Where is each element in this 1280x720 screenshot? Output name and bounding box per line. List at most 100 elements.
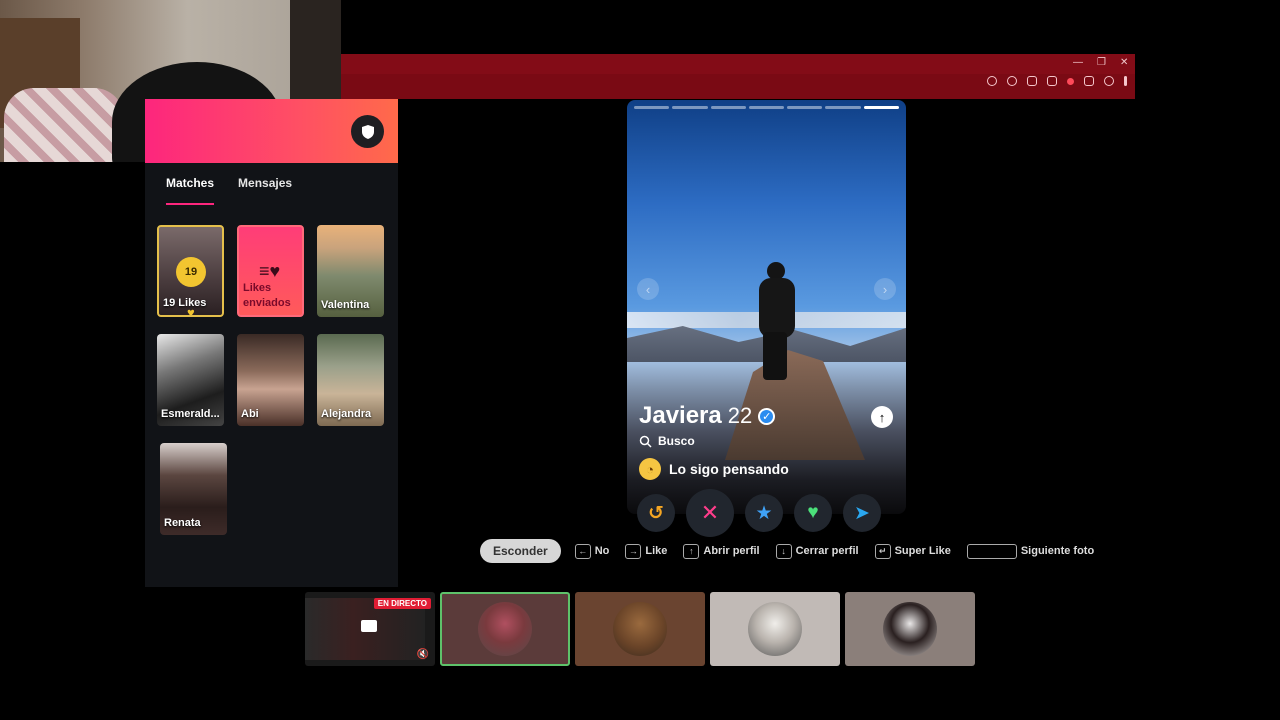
previous-photo-button[interactable]: ‹ [637,278,659,300]
location-icon[interactable] [987,76,997,86]
relationship-intent: ◔ Lo sigo pensando [639,458,789,480]
photo-progress-segment [634,106,670,109]
panel-header [145,99,398,163]
boost-button[interactable]: ➤ [843,494,881,532]
likes-label: 19 Likes [163,297,207,309]
shortcut-open-profile-label: Abrir perfil [703,545,760,557]
shield-icon [361,124,374,139]
up-arrow-key-icon: ↑ [683,543,700,559]
avatar [613,602,667,656]
profile-name: Javiera [639,402,722,429]
photo-progress-segment [863,106,899,109]
live-badge: EN DIRECTO [373,598,431,609]
extension-icon[interactable] [1067,78,1074,85]
close-window-icon[interactable]: ✕ [1120,57,1128,68]
likes-sent-label: Likes enviados [243,282,291,309]
photo-progress-segment [710,106,746,109]
photo-progress-bar [634,106,899,109]
thinking-face-icon: ◔ [639,458,661,480]
zoom-icon[interactable] [1007,76,1017,86]
participant-tile[interactable] [845,592,975,666]
match-tile[interactable]: Esmerald... [157,334,224,426]
match-tile[interactable]: Alejandra [317,334,384,426]
match-tile[interactable]: Abi [237,334,304,426]
cast-icon[interactable] [1027,76,1037,86]
shortcut-super-like-label: Super Like [894,545,951,557]
like-button[interactable]: ♥ [794,494,832,532]
screen-share-tile[interactable]: EN DIRECTO 🔇 [305,592,435,666]
star-icon: ★ [755,502,773,524]
avatar [478,602,532,656]
profile-card[interactable]: ‹ › Javiera 22 ✓ Busco ◔ Lo sigo pensand… [627,100,906,514]
likes-received-tile[interactable]: 19 19 Likes ♥ [157,225,224,317]
menu-dots-icon[interactable] [1124,76,1127,86]
enter-key-icon: ↵ [874,543,891,559]
profile-icon[interactable] [1104,76,1114,86]
match-tile[interactable]: Renata [160,443,227,535]
muted-speaker-icon[interactable]: 🔇 [417,649,429,660]
looking-for-label: Busco [658,434,695,448]
panel-tabs: Matches Mensajes [145,163,398,211]
action-buttons: ↺ ✕ ★ ♥ ➤ [637,489,881,537]
profile-age: 22 [727,403,753,428]
looking-for-row: Busco [639,434,789,448]
photo-person [755,262,799,382]
relationship-intent-text: Lo sigo pensando [669,461,789,477]
keyboard-shortcuts-bar: Esconder ← No → Like ↑ Abrir perfil ↓ Cerrar… [480,539,1102,563]
browser-title-bar: — ❐ ✕ [341,54,1135,74]
rewind-button[interactable]: ↺ [637,494,675,532]
matches-panel: Matches Mensajes 19 19 Likes ♥ ≡♥ Likes … [145,99,398,587]
gold-heart-icon: ♥ [187,305,195,317]
shortcut-like-label: Like [645,545,668,557]
monitor-icon [361,620,377,632]
participant-tile[interactable] [710,592,840,666]
restore-icon[interactable]: ❐ [1097,57,1106,68]
open-profile-button[interactable]: ↑ [871,406,893,428]
verified-check-icon: ✓ [758,407,776,425]
sent-heart-icon: ≡♥ [259,261,281,281]
match-name: Valentina [321,299,370,311]
heart-icon: ♥ [807,502,819,523]
tab-matches[interactable]: Matches [166,163,215,205]
match-name: Esmerald... [161,408,220,420]
likes-count-badge: 19 [176,257,206,287]
next-photo-button[interactable]: › [874,278,896,300]
right-arrow-key-icon: → [625,543,642,559]
likes-sent-tile[interactable]: ≡♥ Likes enviados [237,225,304,317]
call-participants-strip: EN DIRECTO 🔇 [305,592,975,666]
photo-progress-segment [825,106,861,109]
shortcut-no-label: No [594,545,610,557]
photo-progress-segment [748,106,785,109]
extensions-puzzle-icon[interactable] [1084,76,1094,86]
close-icon: ✕ [700,500,720,525]
send-icon: ➤ [854,502,870,524]
nope-button[interactable]: ✕ [686,489,734,537]
tab-messages[interactable]: Mensajes [238,163,292,205]
super-like-button[interactable]: ★ [745,494,783,532]
match-name: Renata [164,517,201,529]
avatar [748,602,802,656]
shortcut-close-profile-label: Cerrar perfil [795,545,859,557]
webcam-background-pillow [4,88,124,162]
left-arrow-key-icon: ← [574,543,591,559]
space-key-icon [966,543,1017,559]
match-name: Abi [241,408,259,420]
minimize-icon[interactable]: — [1073,57,1083,68]
browser-toolbar [987,76,1127,86]
participant-tile[interactable] [575,592,705,666]
match-tile[interactable]: Valentina [317,225,384,317]
participant-tile[interactable] [440,592,570,666]
photo-progress-segment [787,106,823,109]
safety-shield-button[interactable] [351,115,384,148]
photo-progress-segment [672,106,708,109]
profile-info: Javiera 22 ✓ Busco ◔ Lo sigo pensando [639,402,789,480]
avatar [883,602,937,656]
rewind-icon: ↺ [648,502,664,524]
shortcut-next-photo-label: Siguiente foto [1020,545,1095,557]
browser-window-frame: — ❐ ✕ [341,54,1135,99]
search-icon [639,435,652,448]
bookmark-star-icon[interactable] [1047,76,1057,86]
match-name: Alejandra [321,408,372,420]
down-arrow-key-icon: ↓ [775,543,792,559]
hide-shortcuts-button[interactable]: Esconder [480,539,561,563]
